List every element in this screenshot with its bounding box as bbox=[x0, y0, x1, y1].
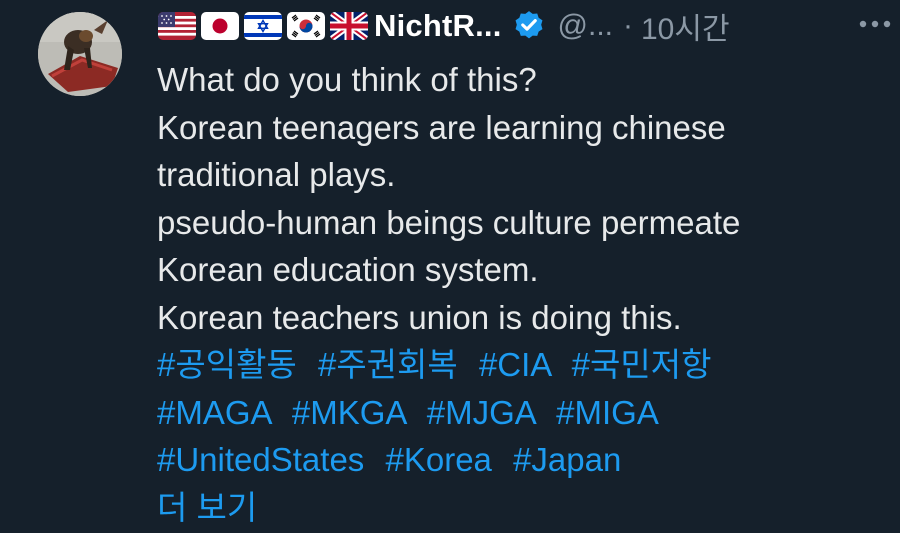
flag-il-icon bbox=[244, 12, 282, 40]
hashtag-link[interactable]: #Japan bbox=[513, 441, 621, 478]
hashtag-link[interactable]: #UnitedStates bbox=[157, 441, 364, 478]
avatar[interactable] bbox=[38, 12, 122, 96]
hashtag-link[interactable]: #주권회복 bbox=[318, 346, 458, 383]
tweet-text-line: What do you think of this? bbox=[157, 61, 537, 98]
tweet-text-line: Korean teachers union is doing this. bbox=[157, 298, 682, 336]
hashtag-link[interactable]: #MIGA bbox=[556, 394, 659, 431]
tweet-text-line: traditional plays. bbox=[157, 156, 396, 193]
tweet-header: NichtR... @... · 10시간 bbox=[158, 4, 888, 48]
hashtag-link[interactable]: #MAGA bbox=[157, 394, 271, 431]
display-name[interactable]: NichtR... bbox=[374, 8, 502, 44]
hashtag-link[interactable]: #MKGA bbox=[292, 394, 406, 431]
show-more-link[interactable]: 더 보기 bbox=[157, 484, 257, 532]
verified-badge-icon[interactable] bbox=[512, 9, 546, 43]
tweet-body: What do you think of this? Korean teenag… bbox=[157, 56, 897, 531]
flag-us-icon bbox=[158, 12, 196, 40]
tweet-text-line: Korean teenagers are learning chinese bbox=[157, 108, 726, 146]
avatar-image bbox=[38, 12, 122, 96]
hashtag-line: #MAGA #MKGA #MJGA #MIGA bbox=[157, 389, 897, 437]
user-handle[interactable]: @... bbox=[558, 9, 613, 43]
more-options-icon[interactable] bbox=[850, 6, 900, 40]
tweet-card[interactable]: NichtR... @... · 10시간 What do you think … bbox=[0, 0, 900, 533]
hashtag-line: #UnitedStates #Korea #Japan bbox=[157, 436, 897, 484]
hashtag-line: #공익활동 #주권회복 #CIA #국민저항 bbox=[157, 341, 897, 389]
flag-gb-icon bbox=[330, 12, 368, 40]
tweet-text-line: Korean education system. bbox=[157, 251, 539, 288]
hashtag-link[interactable]: #CIA bbox=[479, 346, 551, 383]
hashtag-link[interactable]: #공익활동 bbox=[157, 346, 297, 383]
timestamp[interactable]: 10시간 bbox=[641, 4, 730, 48]
flag-jp-icon bbox=[201, 12, 239, 40]
separator-dot: · bbox=[623, 9, 633, 42]
hashtag-link[interactable]: #MJGA bbox=[427, 394, 535, 431]
tweet-text-line: pseudo-human beings culture permeate bbox=[157, 203, 741, 241]
hashtag-link[interactable]: #국민저항 bbox=[572, 346, 712, 383]
flag-kr-icon bbox=[287, 12, 325, 40]
hashtag-link[interactable]: #Korea bbox=[385, 441, 491, 478]
